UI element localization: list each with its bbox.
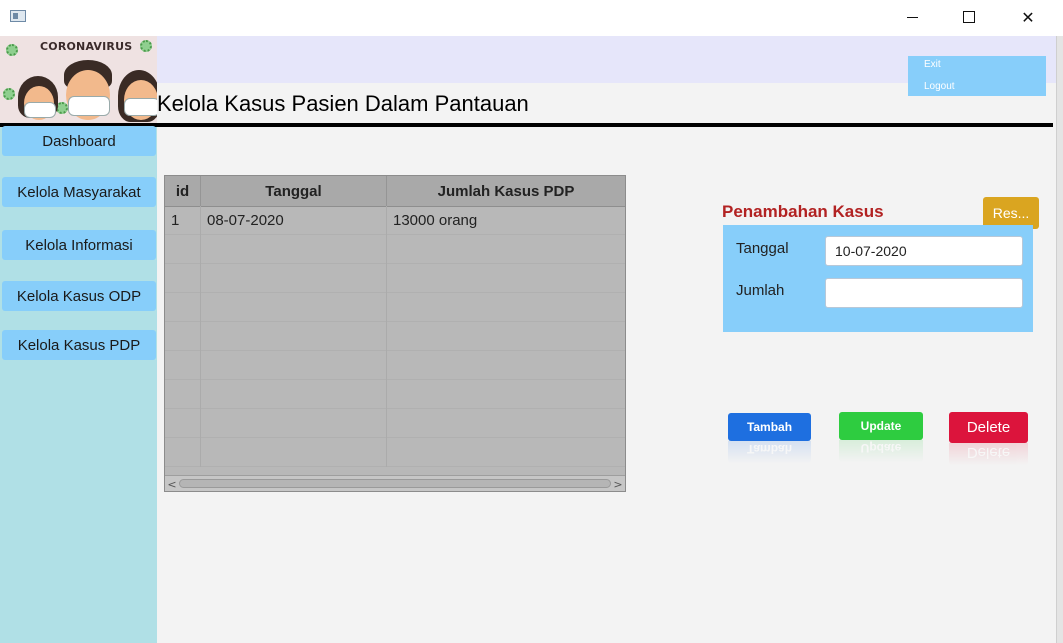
table-header: id Tanggal Jumlah Kasus PDP xyxy=(165,176,625,207)
column-header-tanggal[interactable]: Tanggal xyxy=(201,176,387,206)
update-button-reflection: Update xyxy=(839,440,923,462)
account-menu: Exit Logout xyxy=(908,56,1046,96)
sidebar-item-kelola-kasus-odp[interactable]: Kelola Kasus ODP xyxy=(2,281,156,311)
tambah-button-reflection: Tambah xyxy=(728,441,811,463)
column-header-jumlah-kasus-pdp[interactable]: Jumlah Kasus PDP xyxy=(387,176,625,206)
pdp-cases-table[interactable]: id Tanggal Jumlah Kasus PDP 1 08-07-2020… xyxy=(164,175,626,492)
tanggal-field[interactable] xyxy=(825,236,1023,266)
delete-button[interactable]: Delete xyxy=(949,412,1028,443)
cell-tanggal: 08-07-2020 xyxy=(201,206,387,235)
window-title-bar: ✕ xyxy=(0,0,1063,37)
tambah-button[interactable]: Tambah xyxy=(728,413,811,441)
sidebar-item-kelola-masyarakat[interactable]: Kelola Masyarakat xyxy=(2,177,156,207)
sidebar-item-dashboard[interactable]: Dashboard xyxy=(2,126,156,156)
window-right-edge xyxy=(1056,36,1063,643)
maximize-button[interactable] xyxy=(946,0,992,34)
delete-button-reflection: Delete xyxy=(949,443,1028,465)
close-icon: ✕ xyxy=(1021,7,1035,27)
table-row-empty xyxy=(165,293,625,322)
face-mask xyxy=(24,102,56,118)
virus-icon xyxy=(6,44,18,56)
face-mask xyxy=(124,98,157,116)
minimize-icon xyxy=(906,16,918,18)
table-row-empty xyxy=(165,409,625,438)
tanggal-label: Tanggal xyxy=(736,240,789,257)
table-row-empty xyxy=(165,351,625,380)
update-button[interactable]: Update xyxy=(839,412,923,440)
sidebar-item-kelola-kasus-pdp[interactable]: Kelola Kasus PDP xyxy=(2,330,156,360)
header-divider xyxy=(0,123,1053,127)
logout-button[interactable]: Logout xyxy=(924,81,955,92)
add-case-form: Tanggal Jumlah xyxy=(723,225,1033,332)
table-row[interactable]: 1 08-07-2020 13000 orang xyxy=(165,206,625,235)
virus-icon xyxy=(140,40,152,52)
face-mask xyxy=(68,96,110,116)
cell-id: 1 xyxy=(165,206,201,235)
logo-text: CORONAVIRUS xyxy=(40,40,133,53)
horizontal-scrollbar[interactable]: < > xyxy=(165,475,625,491)
scroll-left-icon[interactable]: < xyxy=(165,476,179,491)
column-header-id[interactable]: id xyxy=(165,176,201,206)
exit-button[interactable]: Exit xyxy=(924,59,941,70)
table-row-empty xyxy=(165,235,625,264)
maximize-icon xyxy=(963,11,975,23)
virus-icon xyxy=(3,88,15,100)
table-row-empty xyxy=(165,438,625,467)
cell-jumlah: 13000 orang xyxy=(393,212,478,229)
minimize-button[interactable] xyxy=(889,0,935,34)
page-title: Kelola Kasus Pasien Dalam Pantauan xyxy=(157,91,529,116)
app-window-icon xyxy=(10,10,26,22)
form-title: Penambahan Kasus xyxy=(722,202,884,221)
coronavirus-logo: CORONAVIRUS xyxy=(0,36,157,123)
jumlah-field[interactable] xyxy=(825,278,1023,308)
table-row-empty xyxy=(165,380,625,409)
scroll-right-icon[interactable]: > xyxy=(611,476,625,491)
table-row-empty xyxy=(165,322,625,351)
jumlah-label: Jumlah xyxy=(736,282,785,299)
scrollbar-thumb[interactable] xyxy=(179,479,611,488)
table-row-empty xyxy=(165,264,625,293)
sidebar-item-kelola-informasi[interactable]: Kelola Informasi xyxy=(2,230,156,260)
close-button[interactable]: ✕ xyxy=(1005,0,1051,34)
